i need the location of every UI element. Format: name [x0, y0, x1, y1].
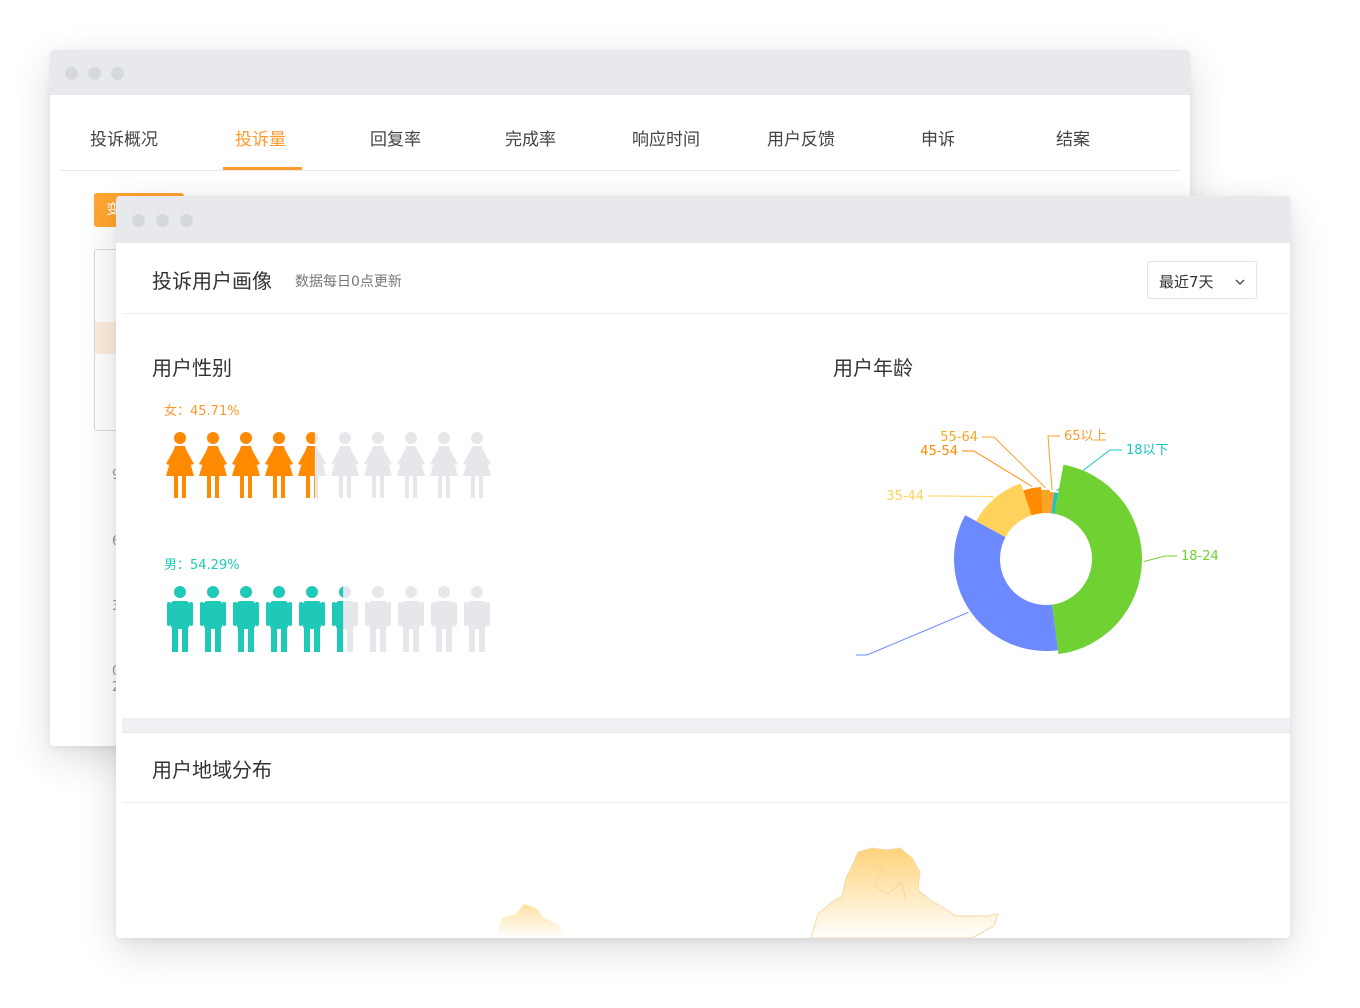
male-figure-icon [299, 586, 325, 652]
period-select-value: 最近7天 [1159, 273, 1214, 291]
male-figure-icon [431, 586, 457, 652]
tab-complaint-overview[interactable]: 投诉概况 [90, 125, 158, 150]
region-section-title: 用户地域分布 [152, 758, 272, 782]
tab-reply-rate[interactable]: 回复率 [370, 125, 421, 150]
window-close-dot[interactable] [132, 214, 145, 227]
gender-section-title: 用户性别 [152, 356, 232, 380]
age-section-title: 用户年龄 [833, 356, 913, 380]
female-figure-row [166, 432, 491, 498]
male-figure-icon [167, 586, 193, 652]
tab-response-time[interactable]: 响应时间 [632, 125, 700, 150]
window-titlebar [116, 196, 1290, 243]
age-slice-label: 55-64 [940, 430, 978, 445]
male-figure-icon [464, 586, 490, 652]
window-titlebar [50, 50, 1190, 95]
tab-complaint-volume[interactable]: 投诉量 [235, 125, 286, 150]
panel-header: 投诉用户画像 数据每日0点更新 最近7天 [122, 243, 1290, 314]
age-label-line [856, 611, 969, 656]
age-slice-label: 18以下 [1126, 443, 1169, 458]
male-figure-icon [266, 586, 292, 652]
period-select[interactable]: 最近7天 [1147, 261, 1257, 299]
tab-appeal[interactable]: 申诉 [921, 125, 955, 150]
female-figure-icon [364, 432, 392, 498]
region-section-header: 用户地域分布 [122, 732, 1290, 803]
section-divider [122, 718, 1290, 733]
age-slice-label: 65以上 [1064, 429, 1107, 444]
chevron-down-icon [1234, 273, 1246, 292]
window-maximize-dot[interactable] [180, 214, 193, 227]
age-donut-chart: 18以下18-2425-3435-4445-5455-6465以上 [856, 429, 1219, 656]
male-percentage: 男：54.29% [164, 558, 240, 573]
panel-subtitle: 数据每日0点更新 [295, 274, 402, 290]
female-figure-icon [463, 432, 491, 498]
age-slice-label: 45-54 [920, 444, 958, 459]
window-maximize-dot[interactable] [111, 67, 124, 80]
female-figure-icon [331, 432, 359, 498]
age-label-line [962, 450, 1032, 487]
female-figure-icon [166, 432, 194, 498]
region-map [496, 847, 999, 938]
window-minimize-dot[interactable] [88, 67, 101, 80]
age-label-line [1047, 435, 1060, 491]
tab-user-feedback[interactable]: 用户反馈 [767, 125, 835, 150]
female-figure-icon [397, 432, 425, 498]
female-figure-icon [199, 432, 227, 498]
age-slice-18-24[interactable] [1052, 464, 1142, 655]
age-label-line [1143, 555, 1177, 563]
male-figure-icon [200, 586, 226, 652]
panel-title: 投诉用户画像 [152, 269, 272, 293]
male-figure-row [167, 586, 490, 652]
male-figure-icon [365, 586, 391, 652]
female-figure-icon [265, 432, 293, 498]
age-label-line [982, 436, 1046, 489]
age-slice-label: 18-24 [1181, 549, 1219, 564]
tab-case-closed[interactable]: 结案 [1056, 125, 1090, 150]
window-minimize-dot[interactable] [156, 214, 169, 227]
female-figure-icon [232, 432, 260, 498]
map-region-shape [496, 904, 566, 938]
active-tab-indicator [223, 167, 302, 170]
female-figure-icon [430, 432, 458, 498]
window-close-dot[interactable] [65, 67, 78, 80]
user-profile-window: 投诉用户画像 数据每日0点更新 最近7天 用户性别 女：45.71% 男：54.… [116, 196, 1290, 938]
male-figure-icon [233, 586, 259, 652]
male-figure-icon [398, 586, 424, 652]
tab-completion-rate[interactable]: 完成率 [505, 125, 556, 150]
tab-bar: 投诉概况 投诉量 回复率 完成率 响应时间 用户反馈 申诉 结案 [60, 95, 1180, 171]
age-slice-label: 35-44 [886, 489, 924, 504]
female-percentage: 女：45.71% [164, 404, 240, 419]
